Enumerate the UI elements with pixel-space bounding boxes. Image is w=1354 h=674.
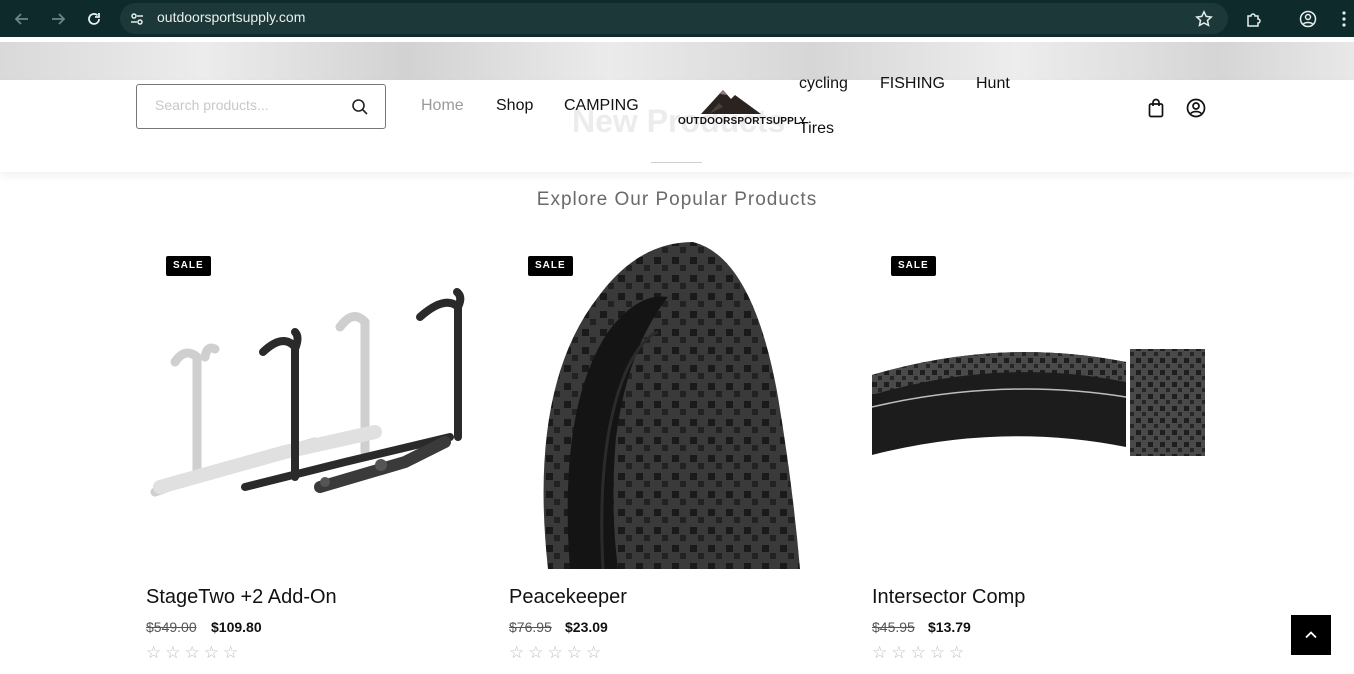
product-title[interactable]: StageTwo +2 Add-On xyxy=(146,586,337,609)
product-old-price: $76.95 xyxy=(509,619,552,635)
product-card[interactable]: SALE Peacekeeper $76.95 $23.09 ☆ ☆ ☆ ☆ ☆ xyxy=(508,237,848,674)
star-icon: ☆ xyxy=(547,643,563,663)
star-icon: ☆ xyxy=(165,643,181,663)
product-price: $109.80 xyxy=(211,619,262,635)
heading-underline xyxy=(651,162,702,163)
star-icon: ☆ xyxy=(184,643,200,663)
star-icon: ☆ xyxy=(929,643,945,663)
star-icon: ☆ xyxy=(910,643,926,663)
url-text[interactable]: outdoorsportsupply.com xyxy=(157,9,305,25)
product-card[interactable]: SALE StageTwo +2 Add-On $549.00 $109.80 … xyxy=(145,237,485,674)
product-old-price: $549.00 xyxy=(146,619,197,635)
product-rating: ☆ ☆ ☆ ☆ ☆ xyxy=(872,643,964,663)
cart-bag-icon[interactable] xyxy=(1145,97,1167,119)
search-icon[interactable] xyxy=(351,98,369,120)
product-title[interactable]: Peacekeeper xyxy=(509,586,627,609)
scroll-to-top-button[interactable] xyxy=(1291,615,1331,655)
search-input[interactable] xyxy=(155,97,345,113)
nav-home[interactable]: Home xyxy=(421,97,464,115)
nav-cycling[interactable]: cycling xyxy=(799,75,848,93)
star-icon: ☆ xyxy=(872,643,888,663)
hero-banner-strip xyxy=(0,42,1354,80)
section-title: Explore Our Popular Products xyxy=(536,189,818,210)
star-icon: ☆ xyxy=(223,643,239,663)
account-icon[interactable] xyxy=(1185,97,1207,119)
product-image-tire-profile[interactable] xyxy=(871,237,1211,569)
profile-icon[interactable] xyxy=(1297,8,1319,30)
sale-badge: SALE xyxy=(528,256,573,276)
nav-shop[interactable]: Shop xyxy=(496,97,533,115)
nav-tires[interactable]: Tires xyxy=(799,120,834,138)
site-info-icon[interactable] xyxy=(126,8,148,30)
bookmark-star-icon[interactable] xyxy=(1193,8,1215,30)
nav-fishing[interactable]: FISHING xyxy=(880,75,945,93)
star-icon: ☆ xyxy=(891,643,907,663)
product-rating: ☆ ☆ ☆ ☆ ☆ xyxy=(509,643,601,663)
star-icon: ☆ xyxy=(146,643,162,663)
product-image-bike-rack[interactable] xyxy=(145,237,485,569)
logo-text: OUTDOORSPORTSUPPLY xyxy=(678,116,807,127)
star-icon: ☆ xyxy=(528,643,544,663)
chevron-up-icon xyxy=(1305,631,1317,639)
reload-icon[interactable] xyxy=(83,8,105,30)
star-icon: ☆ xyxy=(509,643,525,663)
sale-badge: SALE xyxy=(166,256,211,276)
product-rating: ☆ ☆ ☆ ☆ ☆ xyxy=(146,643,238,663)
back-arrow-icon[interactable] xyxy=(11,8,33,30)
site-logo[interactable] xyxy=(675,87,787,137)
star-icon: ☆ xyxy=(203,643,219,663)
product-card[interactable]: SALE Intersector Comp $45.95 $13.79 ☆ ☆ … xyxy=(871,237,1211,674)
search-box[interactable] xyxy=(136,84,386,129)
nav-hunt[interactable]: Hunt xyxy=(976,75,1010,93)
sale-badge: SALE xyxy=(891,256,936,276)
product-image-tire[interactable] xyxy=(508,237,848,570)
product-old-price: $45.95 xyxy=(872,619,915,635)
nav-camping[interactable]: CAMPING xyxy=(564,97,639,115)
extensions-icon[interactable] xyxy=(1243,8,1265,30)
forward-arrow-icon[interactable] xyxy=(47,8,69,30)
star-icon: ☆ xyxy=(949,643,965,663)
browser-toolbar: outdoorsportsupply.com xyxy=(0,0,1354,37)
product-title[interactable]: Intersector Comp xyxy=(872,586,1025,609)
menu-kebab-icon[interactable] xyxy=(1333,8,1354,30)
product-price: $23.09 xyxy=(565,619,608,635)
product-price: $13.79 xyxy=(928,619,971,635)
page-content: New Products Home Shop CAMPING OUTDOORSP… xyxy=(0,37,1354,674)
star-icon: ☆ xyxy=(566,643,582,663)
star-icon: ☆ xyxy=(586,643,602,663)
